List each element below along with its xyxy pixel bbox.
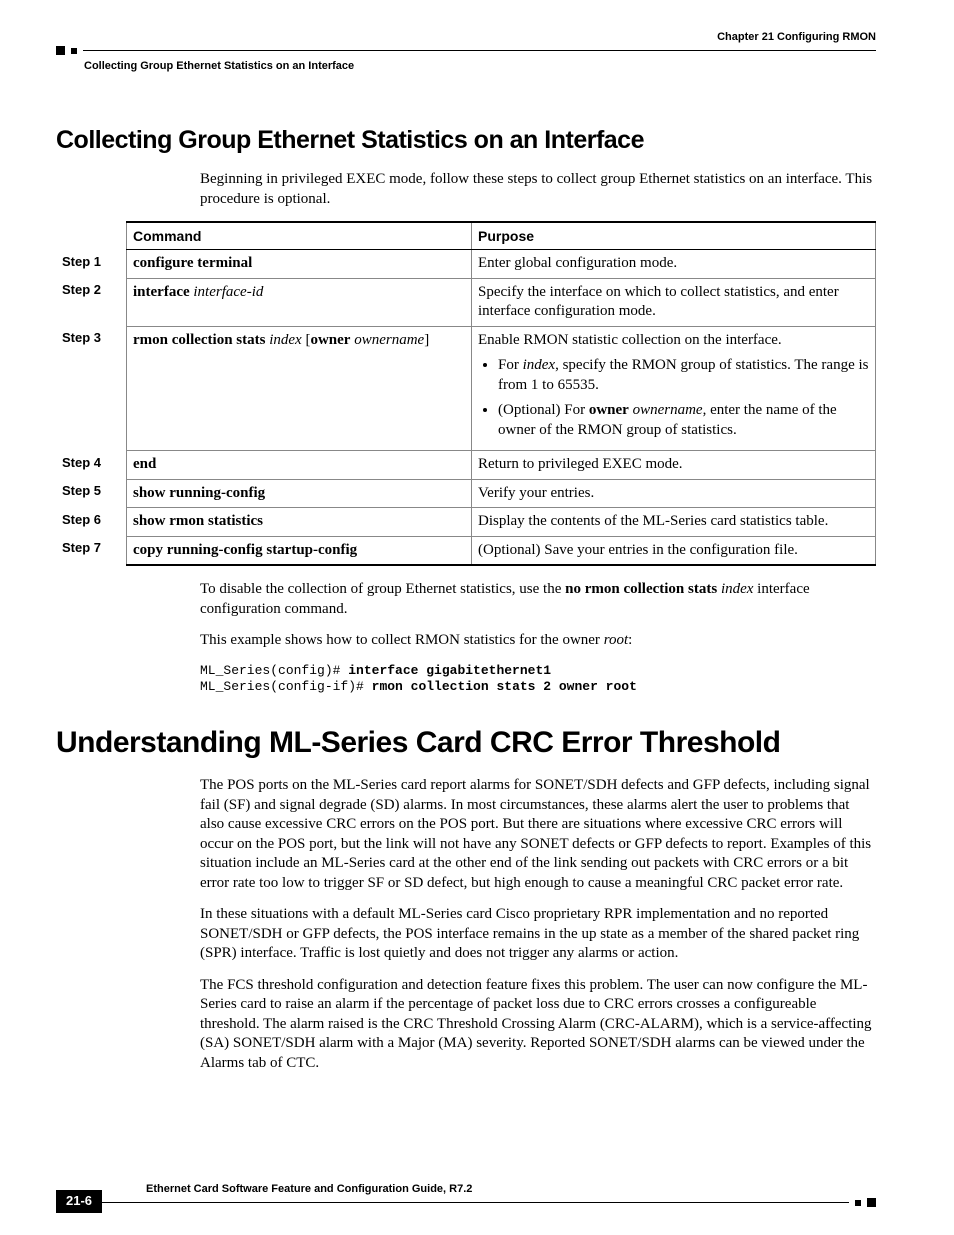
- table-row: Step 1 configure terminal Enter global c…: [56, 250, 876, 279]
- section-heading: Collecting Group Ethernet Statistics on …: [56, 124, 876, 157]
- body-paragraph: To disable the collection of group Ether…: [200, 580, 876, 619]
- footer-title: Ethernet Card Software Feature and Confi…: [146, 1182, 876, 1196]
- intro-paragraph: Beginning in privileged EXEC mode, follo…: [200, 170, 876, 209]
- command-cell: interface interface-id: [127, 278, 472, 326]
- list-item: For index, specify the RMON group of sta…: [498, 356, 869, 395]
- purpose-cell: Return to privileged EXEC mode.: [472, 451, 876, 480]
- body-paragraph: In these situations with a default ML-Se…: [200, 905, 876, 964]
- purpose-cell: Enable RMON statistic collection on the …: [472, 326, 876, 451]
- step-label: Step 3: [56, 326, 127, 451]
- command-cell: show running-config: [127, 479, 472, 508]
- page-footer: Ethernet Card Software Feature and Confi…: [56, 1182, 876, 1207]
- body-paragraph: This example shows how to collect RMON s…: [200, 631, 876, 651]
- purpose-cell: Specify the interface on which to collec…: [472, 278, 876, 326]
- table-row: Step 5 show running-config Verify your e…: [56, 479, 876, 508]
- header-rule: [56, 46, 876, 55]
- main-heading: Understanding ML-Series Card CRC Error T…: [56, 723, 876, 762]
- table-row: Step 2 interface interface-id Specify th…: [56, 278, 876, 326]
- purpose-cell: Verify your entries.: [472, 479, 876, 508]
- table-row: Step 6 show rmon statistics Display the …: [56, 508, 876, 537]
- command-cell: rmon collection stats index [owner owner…: [127, 326, 472, 451]
- command-cell: copy running-config startup-config: [127, 536, 472, 565]
- purpose-cell: (Optional) Save your entries in the conf…: [472, 536, 876, 565]
- running-head: Collecting Group Ethernet Statistics on …: [84, 59, 876, 73]
- table-row: Step 7 copy running-config startup-confi…: [56, 536, 876, 565]
- body-paragraph: The POS ports on the ML-Series card repo…: [200, 776, 876, 893]
- command-cell: show rmon statistics: [127, 508, 472, 537]
- chapter-label: Chapter 21 Configuring RMON: [717, 30, 876, 44]
- console-output: ML_Series(config)# interface gigabitethe…: [200, 663, 876, 696]
- list-item: (Optional) For owner ownername, enter th…: [498, 401, 869, 440]
- table-header-command: Command: [127, 222, 472, 250]
- step-label: Step 4: [56, 451, 127, 480]
- purpose-cell: Display the contents of the ML-Series ca…: [472, 508, 876, 537]
- command-table: Command Purpose Step 1 configure termina…: [56, 221, 876, 566]
- page-number: 21-6: [56, 1190, 102, 1213]
- command-cell: configure terminal: [127, 250, 472, 279]
- table-row: Step 4 end Return to privileged EXEC mod…: [56, 451, 876, 480]
- step-label: Step 2: [56, 278, 127, 326]
- footer-rule: [56, 1198, 876, 1207]
- step-label: Step 7: [56, 536, 127, 565]
- table-header-purpose: Purpose: [472, 222, 876, 250]
- body-paragraph: The FCS threshold configuration and dete…: [200, 976, 876, 1074]
- step-label: Step 5: [56, 479, 127, 508]
- step-label: Step 1: [56, 250, 127, 279]
- table-row: Step 3 rmon collection stats index [owne…: [56, 326, 876, 451]
- purpose-cell: Enter global configuration mode.: [472, 250, 876, 279]
- step-label: Step 6: [56, 508, 127, 537]
- command-cell: end: [127, 451, 472, 480]
